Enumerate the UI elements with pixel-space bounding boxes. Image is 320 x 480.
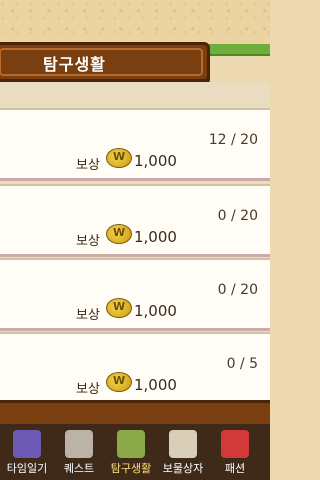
reward-card[interactable]: 12 / 20 보상 W 1,000	[0, 108, 270, 181]
treasure-map-icon	[169, 430, 197, 458]
progress-count: 0 / 5	[226, 356, 258, 372]
reward-label: 보상	[76, 234, 100, 249]
bottom-tab-bar: 타임일기 퀘스트 탐구생활 보물상자 패션	[0, 424, 270, 480]
reward-amount: 1,000	[134, 228, 177, 246]
reward-label: 보상	[76, 308, 100, 323]
top-sand-strip	[0, 0, 270, 44]
reward-label: 보상	[76, 158, 100, 173]
progress-count: 0 / 20	[217, 208, 258, 224]
tab-fashion[interactable]: 패션	[210, 428, 260, 478]
reward-label: 보상	[76, 382, 100, 397]
reward-amount: 1,000	[134, 376, 177, 394]
shirt-icon	[221, 430, 249, 458]
reward-card[interactable]: 0 / 20 보상 W 1,000	[0, 258, 270, 331]
reward-card[interactable]: 0 / 20 보상 W 1,000	[0, 184, 270, 257]
scroll-icon	[65, 430, 93, 458]
coin-icon: W	[106, 148, 132, 168]
grass-strip	[200, 44, 270, 56]
reward-card[interactable]: 0 / 5 보상 W 1,000	[0, 332, 270, 405]
tab-exploration[interactable]: 탐구생활	[106, 428, 156, 478]
reward-amount: 1,000	[134, 152, 177, 170]
diary-book-icon	[13, 430, 41, 458]
coin-icon: W	[106, 298, 132, 318]
header-banner: 탐구생활	[0, 42, 210, 82]
coin-icon: W	[106, 372, 132, 392]
exploration-book-icon	[117, 430, 145, 458]
tab-treasure[interactable]: 보물상자	[158, 428, 208, 478]
coin-icon: W	[106, 224, 132, 244]
tab-diary[interactable]: 타임일기	[2, 428, 52, 478]
bottom-wood-band	[0, 400, 270, 427]
progress-count: 12 / 20	[208, 132, 258, 148]
progress-count: 0 / 20	[217, 282, 258, 298]
tab-quest[interactable]: 퀘스트	[54, 428, 104, 478]
page-title: 탐구생활	[43, 55, 106, 74]
reward-amount: 1,000	[134, 302, 177, 320]
